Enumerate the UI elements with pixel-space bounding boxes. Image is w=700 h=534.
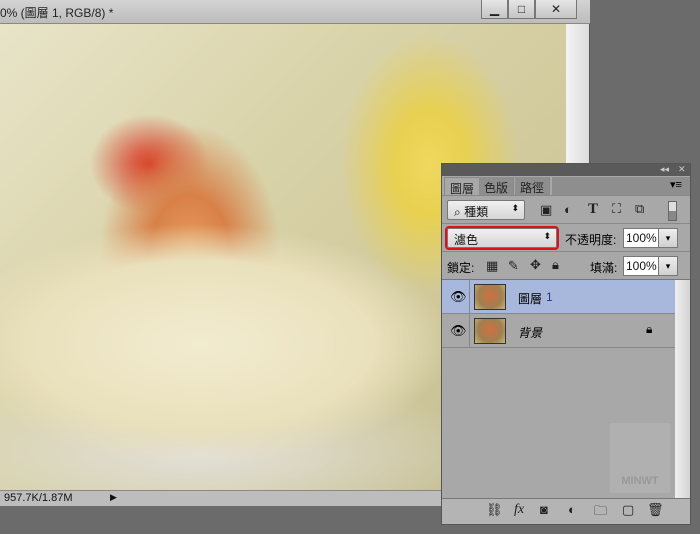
collapse-icon[interactable]: ◂◂ <box>660 164 669 175</box>
filter-kind-label: 種類 <box>464 205 489 219</box>
fill-dropdown-button[interactable]: ▾ <box>658 256 678 276</box>
tab-paths[interactable]: 路徑 <box>515 177 551 195</box>
maximize-button[interactable]: □ <box>508 0 535 19</box>
layer-name[interactable]: 背景 <box>518 324 542 341</box>
panel-footer: ⛓ fx ◙ ◐ 🗀 ▢ 🗑︎ <box>442 498 690 524</box>
panel-close-icon[interactable]: ✕ <box>678 164 686 175</box>
trash-icon[interactable]: 🗑︎ <box>647 502 664 518</box>
qr-watermark: MINWT <box>610 423 670 493</box>
fill-input[interactable]: 100% <box>623 256 659 276</box>
image-filter-icon[interactable]: ▣ <box>540 202 552 218</box>
fill-label: 填滿: <box>590 261 618 275</box>
document-title-bar[interactable]: 0% (圖層 1, RGB/8) * ▁ □ ✕ <box>0 0 590 24</box>
tab-layers[interactable]: 圖層 <box>444 177 481 196</box>
shape-filter-icon[interactable]: ⛶ <box>612 201 621 217</box>
layers-list: 👁︎ 圖層 1 👁︎ 背景 🔒︎ MINWT <box>442 279 690 499</box>
smart-object-filter-icon[interactable]: ⧉ <box>635 201 644 217</box>
filter-kind-select[interactable]: ⌕ 種類 ⬍ <box>447 200 525 220</box>
opacity-label: 不透明度: <box>565 233 617 247</box>
layer-name-suffix: 1 <box>546 290 553 304</box>
lock-all-icon[interactable]: 🔒︎ <box>552 257 559 273</box>
close-button[interactable]: ✕ <box>535 0 577 19</box>
status-menu-arrow-icon[interactable]: ▶ <box>110 492 117 503</box>
lock-label: 鎖定: <box>447 261 475 275</box>
blend-mode-select[interactable]: 濾色 ⬍ <box>445 226 559 250</box>
folder-icon[interactable]: 🗀 <box>594 502 607 524</box>
eye-visibility-icon[interactable]: 👁︎ <box>450 289 467 305</box>
minimize-button[interactable]: ▁ <box>481 0 508 19</box>
eye-visibility-icon[interactable]: 👁︎ <box>450 323 467 339</box>
layer-thumbnail <box>474 284 506 310</box>
layer-name[interactable]: 圖層 <box>518 290 542 307</box>
opacity-input[interactable]: 100% <box>623 228 659 248</box>
layer-thumbnail <box>474 318 506 344</box>
layer-row[interactable]: 👁︎ 背景 🔒︎ <box>442 314 675 348</box>
link-icon[interactable]: ⛓ <box>486 502 503 518</box>
panel-header[interactable]: ◂◂ ✕ <box>442 164 690 176</box>
opacity-dropdown-button[interactable]: ▾ <box>658 228 678 248</box>
fx-icon[interactable]: fx <box>514 502 524 518</box>
document-title: 0% (圖層 1, RGB/8) * <box>0 6 114 20</box>
panel-menu-icon[interactable]: ▾≡ <box>670 178 682 191</box>
type-filter-icon[interactable]: T <box>588 201 598 218</box>
layers-scrollbar[interactable] <box>675 280 690 499</box>
search-icon: ⌕ <box>454 205 461 219</box>
lock-position-move-icon[interactable]: ✥ <box>530 257 541 273</box>
layers-panel: ◂◂ ✕ 圖層 色版 路徑 ▾≡ ⌕ 種類 ⬍ ▣ ◐ T ⛶ ⧉ 濾色 ⬍ 不透明… <box>441 163 691 525</box>
blend-mode-value: 濾色 <box>454 233 479 247</box>
lock-transparent-icon[interactable]: ▦ <box>486 258 498 274</box>
mask-icon[interactable]: ◙ <box>540 502 548 517</box>
new-layer-icon[interactable]: ▢ <box>622 502 634 518</box>
adjustment-icon[interactable]: ◐ <box>568 502 576 517</box>
filter-toggle-switch[interactable] <box>668 201 677 221</box>
document-size: 957.7K/1.87M <box>4 492 73 504</box>
tab-channels[interactable]: 色版 <box>479 177 515 195</box>
adjustment-filter-icon[interactable]: ◐ <box>564 202 572 217</box>
layer-lock-icon: 🔒︎ <box>646 322 653 336</box>
lock-image-brush-icon[interactable]: ✎ <box>508 258 519 274</box>
layer-row[interactable]: 👁︎ 圖層 1 <box>442 280 675 314</box>
